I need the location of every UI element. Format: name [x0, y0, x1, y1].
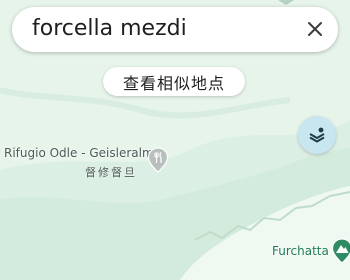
similar-places-button[interactable]: 查看相似地点: [103, 67, 245, 96]
layers-button[interactable]: [298, 116, 336, 154]
map-marker-edge: [278, 0, 294, 5]
poi-label-furchatta[interactable]: Furchatta: [272, 244, 329, 258]
layers-icon: [309, 127, 325, 143]
search-query[interactable]: forcella mezdi: [32, 15, 187, 43]
search-bar[interactable]: forcella mezdi: [12, 7, 338, 52]
poi-label-rifugio-odle[interactable]: Rifugio Odle - Geisleralm: [4, 146, 154, 160]
poi-sublabel-rifugio-odle: 督修督旦: [85, 166, 137, 179]
restaurant-icon[interactable]: [147, 147, 169, 173]
close-icon[interactable]: [304, 18, 326, 40]
mountain-icon[interactable]: [331, 238, 350, 264]
